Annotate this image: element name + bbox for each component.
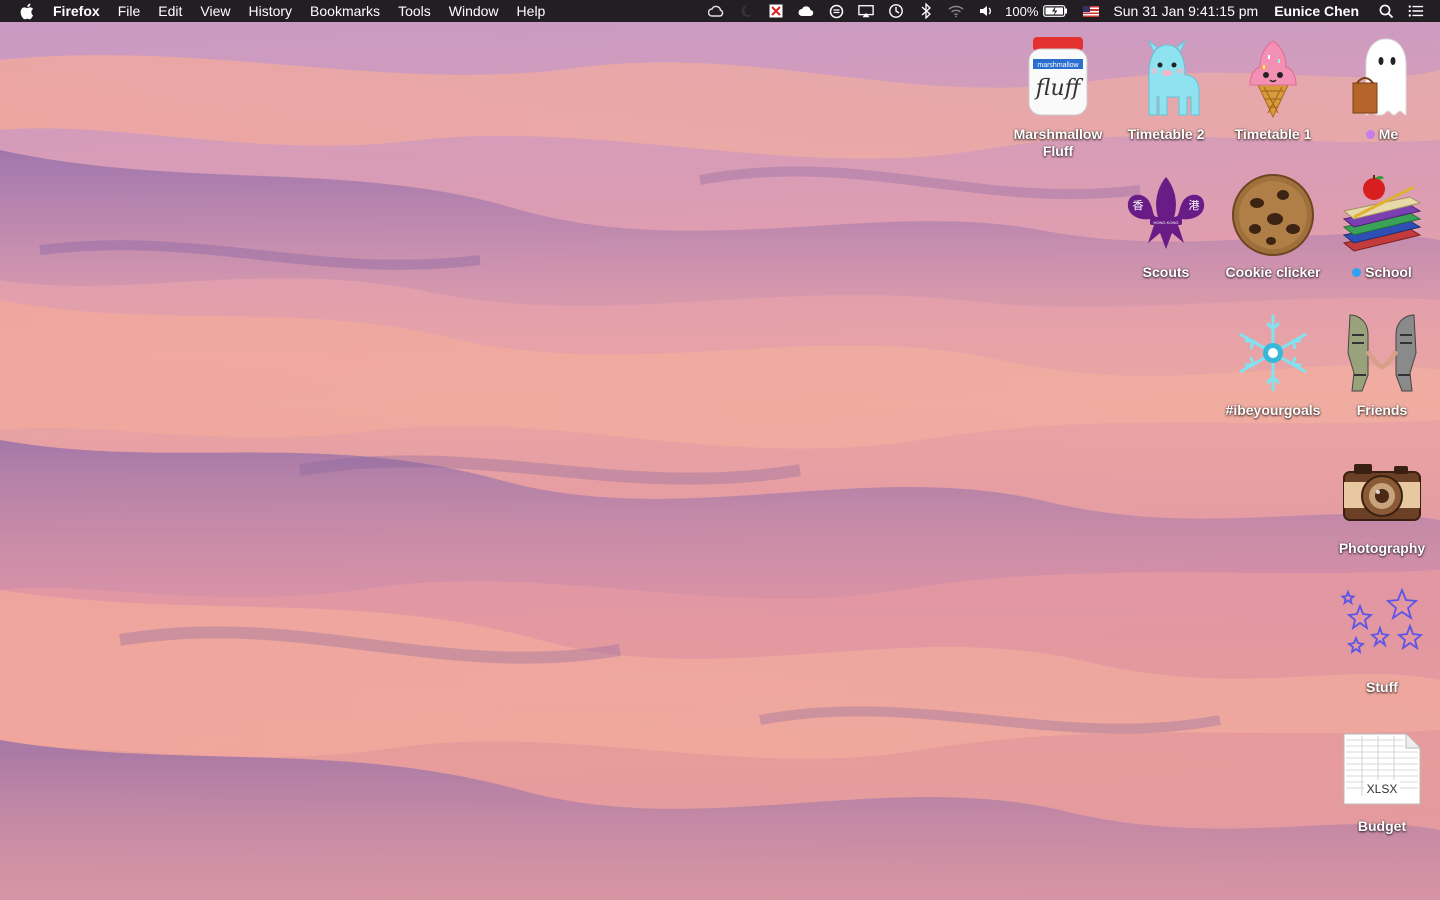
friends-holding-hands-icon [1337,308,1427,398]
desktop-icon-me[interactable]: Me [1328,32,1436,143]
scouts-emblem-text-right: 港 [1189,199,1200,212]
creative-cloud-icon[interactable] [708,3,724,19]
menubar-clock[interactable]: Sun 31 Jan 9:41:15 pm [1113,3,1258,19]
purple-tag-icon [1365,130,1375,139]
jar-lid-text: marshmallow [1037,62,1079,69]
cloud-icon[interactable] [798,3,814,19]
menu-view[interactable]: View [191,0,239,22]
menu-help[interactable]: Help [508,0,555,22]
desktop-icon-timetable-2[interactable]: Timetable 2 [1112,32,1220,143]
desktop-icon-school[interactable]: School [1328,170,1436,281]
menu-edit[interactable]: Edit [149,0,191,22]
desktop-icon-label: Stuff [1366,679,1398,695]
desktop-icon-ibeyourgoals[interactable]: #ibeyourgoals [1219,308,1327,419]
cookie-icon [1228,170,1318,260]
ice-cream-cone-icon [1228,32,1318,122]
scouts-emblem-text-left: 香 [1133,199,1144,212]
desktop-icon-label: Timetable 1 [1234,126,1312,142]
battery-percentage[interactable]: 100% [1005,4,1038,19]
desktop-icon-marshmallow-fluff[interactable]: marshmallow fluff Marshmallow Fluff [1004,32,1112,160]
stars-icon [1337,585,1427,675]
scouts-fleur-de-lis-icon: 香 港 HONG KONG [1121,170,1211,260]
menu-file[interactable]: File [109,0,150,22]
desktop-icon-label: Friends [1356,402,1408,418]
menu-tools[interactable]: Tools [389,0,440,22]
x-box-icon[interactable] [768,3,784,19]
battery-icon[interactable] [1042,3,1068,19]
desktop-icon-label: Me [1328,126,1436,143]
menu-bookmarks[interactable]: Bookmarks [301,0,389,22]
menu-history[interactable]: History [239,0,301,22]
blue-llama-icon [1121,32,1211,122]
airplay-icon[interactable] [858,3,874,19]
desktop-icon-label: School [1328,264,1436,281]
desktop-icon-budget[interactable]: XLSX Budget [1328,724,1436,835]
scouts-emblem-text-band: HONG KONG [1154,220,1179,225]
menu-window[interactable]: Window [440,0,508,22]
circle-icon[interactable] [828,3,844,19]
blue-tag-icon [1352,268,1362,277]
desktop-icon-label: Cookie clicker [1225,264,1321,280]
file-type-text: XLSX [1367,782,1398,796]
desktop-icon-label: #ibeyourgoals [1225,402,1321,418]
desktop-icon-label: Marshmallow Fluff [1013,126,1103,159]
desktop-icon-cookie-clicker[interactable]: Cookie clicker [1219,170,1327,281]
bluetooth-icon[interactable] [918,3,934,19]
time-machine-icon[interactable] [888,3,904,19]
ghost-with-bag-icon [1337,32,1427,122]
marshmallow-fluff-jar-icon: marshmallow fluff [1013,32,1103,122]
volume-icon[interactable] [978,3,994,19]
desktop-icon-label: Photography [1338,540,1426,556]
moon-icon[interactable] [738,3,754,19]
spotlight-icon[interactable] [1378,3,1394,19]
apple-menu-icon[interactable] [19,2,35,20]
desktop-icon-timetable-1[interactable]: Timetable 1 [1219,32,1327,143]
desktop-icon-photography[interactable]: Photography [1328,446,1436,557]
xlsx-document-icon: XLSX [1337,724,1427,814]
jar-label-text: fluff [1034,76,1084,101]
desktop-icon-friends[interactable]: Friends [1328,308,1436,419]
wifi-icon[interactable] [948,3,964,19]
us-flag-icon[interactable] [1083,5,1100,17]
desktop-icon-label: Scouts [1142,264,1190,280]
notification-center-icon[interactable] [1408,3,1424,19]
vintage-camera-icon [1337,446,1427,536]
desktop-icon-label: Budget [1357,818,1407,834]
desktop-icon-stuff[interactable]: Stuff [1328,585,1436,696]
user-name-menu[interactable]: Eunice Chen [1274,3,1359,19]
desktop-icon-scouts[interactable]: 香 港 HONG KONG Scouts [1112,170,1220,281]
menu-bar: Firefox File Edit View History Bookmarks… [0,0,1440,22]
desktop-icon-label: Timetable 2 [1127,126,1205,142]
snowflake-icon [1228,308,1318,398]
app-menu-firefox[interactable]: Firefox [53,0,109,22]
books-with-apple-icon [1337,170,1427,260]
